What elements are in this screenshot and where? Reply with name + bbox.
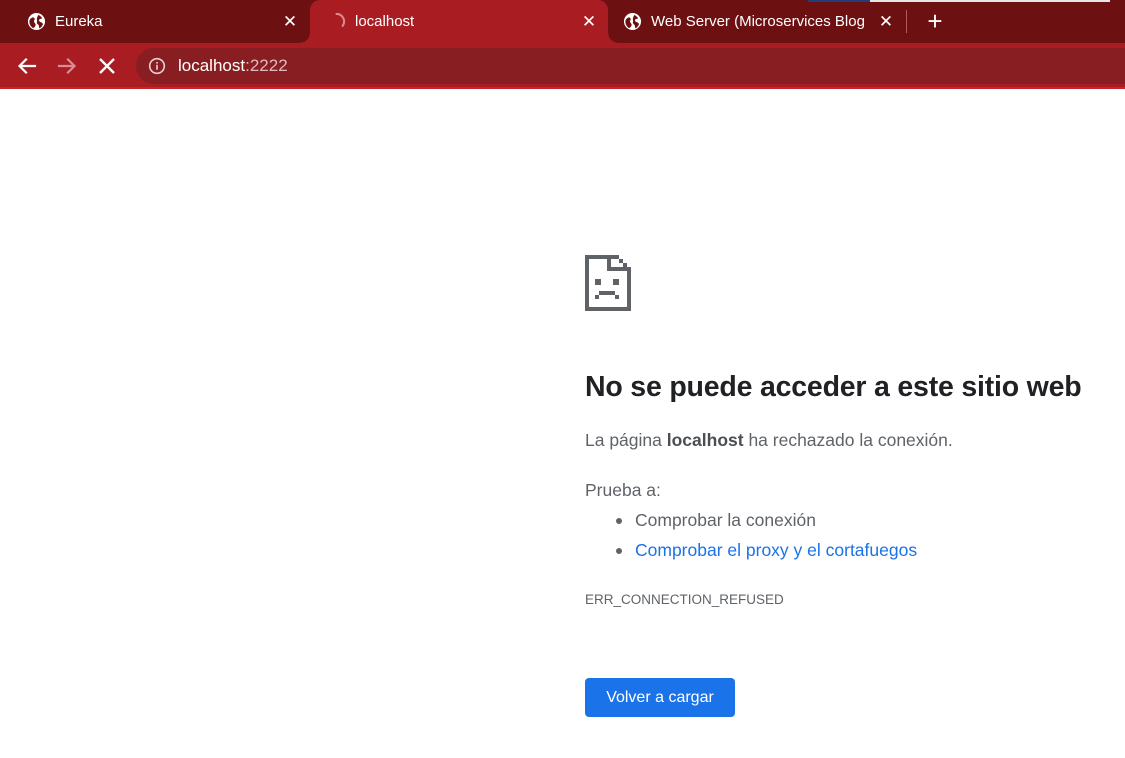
address-bar[interactable]: localhost:2222 xyxy=(136,48,1125,84)
tab-separator xyxy=(906,10,907,33)
reload-button[interactable]: Volver a cargar xyxy=(585,678,735,717)
tab-close-button[interactable]: ✕ xyxy=(579,12,599,32)
new-tab-button[interactable]: + xyxy=(920,7,950,37)
suggestions-label: Prueba a: xyxy=(585,480,661,500)
tab-close-button[interactable]: ✕ xyxy=(280,12,300,32)
tab-strip: Eureka ✕ localhost ✕ Web Server (Microse… xyxy=(0,0,1125,43)
tab-title: localhost xyxy=(355,13,415,30)
back-arrow-icon[interactable] xyxy=(13,52,41,80)
tab-close-button[interactable]: ✕ xyxy=(876,12,896,32)
tab-title: Web Server (Microservices Blog D xyxy=(651,13,867,30)
description-host: localhost xyxy=(666,430,744,450)
stop-loading-icon[interactable] xyxy=(93,52,121,80)
address-url[interactable]: localhost:2222 xyxy=(178,56,288,76)
error-description: La página localhost ha rechazado la cone… xyxy=(585,430,953,451)
suggestion-check-proxy-link[interactable]: Comprobar el proxy y el cortafuegos xyxy=(585,540,917,570)
description-prefix: La página xyxy=(585,430,667,450)
description-suffix: ha rechazado la conexión. xyxy=(743,430,953,450)
sad-page-icon xyxy=(585,255,631,311)
suggestion-check-connection: Comprobar la conexión xyxy=(585,510,917,540)
globe-icon xyxy=(623,12,642,31)
info-icon[interactable] xyxy=(148,57,166,75)
error-heading: No se puede acceder a este sitio web xyxy=(585,371,1082,403)
tab-title: Eureka xyxy=(55,13,103,30)
error-code: ERR_CONNECTION_REFUSED xyxy=(585,592,784,607)
tab-web-server[interactable]: Web Server (Microservices Blog D ✕ xyxy=(606,0,898,43)
loading-spinner-icon xyxy=(335,12,346,27)
suggestions-list: Comprobar la conexión Comprobar el proxy… xyxy=(585,510,917,570)
url-host: localhost xyxy=(178,56,246,75)
globe-icon xyxy=(27,12,46,31)
tab-eureka[interactable]: Eureka ✕ xyxy=(10,0,308,43)
tab-localhost-active[interactable]: localhost ✕ xyxy=(300,0,618,43)
url-port: :2222 xyxy=(245,56,288,75)
forward-arrow-icon[interactable] xyxy=(53,52,81,80)
toolbar-divider xyxy=(0,87,1125,89)
browser-toolbar: localhost:2222 xyxy=(0,43,1125,89)
tab-strip-edge-line xyxy=(870,0,1110,2)
